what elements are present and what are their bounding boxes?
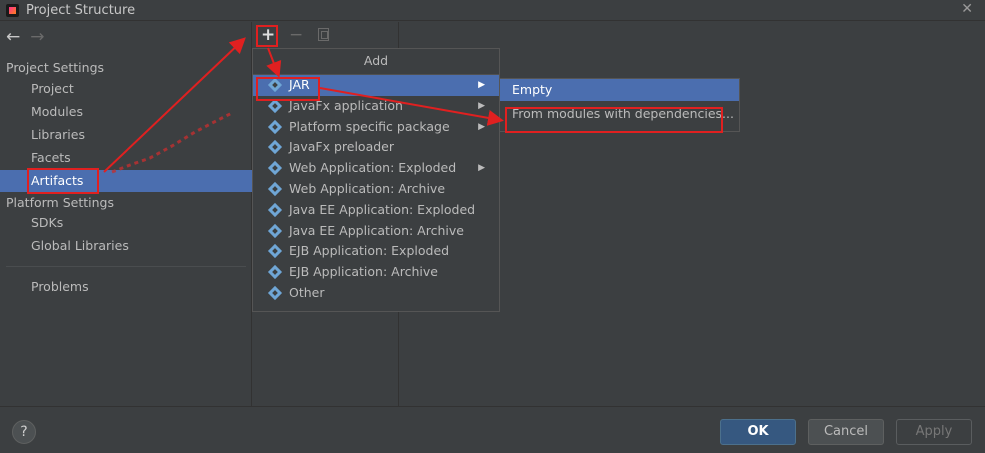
annotation-scribble — [111, 111, 233, 174]
annotation-arrows — [103, 37, 504, 174]
annotation-arrow-jar-to-from-modules — [319, 87, 504, 126]
annotation-arrow-add-to-jar — [266, 47, 282, 78]
annotation-arrow-artifacts-to-add — [103, 37, 246, 173]
